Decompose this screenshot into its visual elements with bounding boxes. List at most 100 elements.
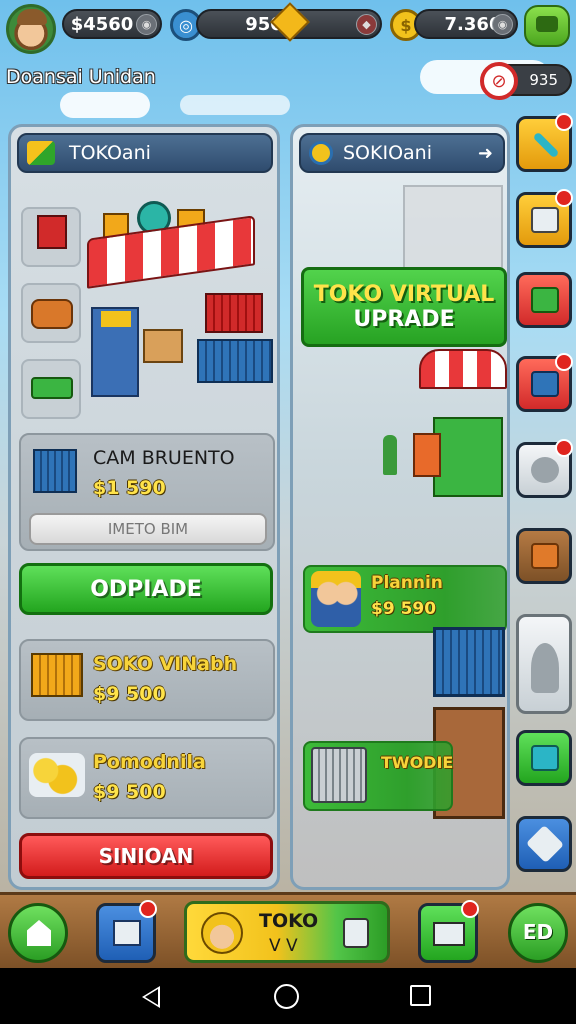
shopping-cart-icon [311,747,367,803]
item-slot-cart[interactable] [21,359,81,419]
cart-icon [31,653,83,697]
staff-card[interactable]: Plannin $9 590 [303,565,507,633]
exit-label: ED [522,920,554,944]
upgrade-button[interactable]: ODPIADE [19,563,273,615]
player-avatar[interactable] [6,4,56,54]
home-button[interactable] [8,903,68,963]
shop-item-card[interactable]: Pomodnila $9 500 [19,737,275,819]
coins-counter[interactable]: 7.360 ◉ [414,9,518,39]
inventory-button[interactable] [96,900,157,963]
home-icon [27,920,51,946]
tools-icon [532,131,560,159]
add-coins-icon[interactable]: ◉ [492,14,513,35]
shopkeeper-icon [201,912,243,954]
tag-icon [525,824,565,864]
hat-icon [17,9,47,25]
pedestrian [383,435,397,475]
staff-name: Plannin [371,573,443,593]
staff-icon [311,571,361,627]
toko-subtitle: V V [269,936,298,956]
top-resource-bar: $4560 ◉ ◎ 950 ◆ $ 7.360 ◉ [0,0,576,54]
blue-cart [197,339,273,383]
alert-dot [461,900,479,918]
feature-item-price: $1 590 [93,477,166,499]
notification-badge[interactable]: ⊘ 935 [480,62,572,100]
side-package-button[interactable] [516,189,573,248]
banner-line-2: UPRADE [353,307,455,332]
gold-bars [101,311,131,327]
alert-dot [555,113,573,131]
back-icon[interactable] [142,986,160,1008]
sell-button[interactable]: SINIOAN [19,833,273,879]
notification-count: 935 [529,71,558,89]
feature-item-title: CAM BRUENTO [93,447,235,469]
money-stack-icon [433,922,465,946]
money-value: $4560 [70,13,134,35]
side-register-button[interactable] [516,272,572,328]
cash-button[interactable] [418,900,479,963]
alert-dot [139,900,157,918]
side-box-button[interactable] [516,528,572,584]
box-icon [531,543,559,569]
alert-dot [555,353,573,371]
flag-icon [27,141,55,165]
side-cleaning-button[interactable] [516,439,573,498]
exit-button[interactable]: ED [508,903,568,963]
cart-card[interactable]: TWODIE [303,741,453,811]
bag-icon [31,299,73,329]
toko-title: TOKO [259,910,319,932]
right-panel-title: SOKIOani [343,142,432,164]
shop-item-name: Pomodnila [93,751,206,773]
toko-main-button[interactable]: TOKO V V [184,901,390,963]
feature-item-button[interactable]: IMETO BIM [29,513,267,545]
feature-item-card[interactable]: CAM BRUENTO $1 590 IMETO BIM [19,433,275,551]
item-slot-bag[interactable] [21,283,81,343]
item-slot-sign[interactable] [21,207,81,267]
add-gems-icon[interactable]: ◆ [356,14,377,35]
cash-register-icon [531,287,559,313]
left-shop-panel: TOKOani CAM BRUENTO $1 590 IMETO BIM ODP… [8,124,280,890]
virtual-upgrade-banner[interactable]: TOKO VIRTUAL UPRADE [301,267,507,347]
cart-icon [31,377,73,399]
side-tools-button[interactable] [516,113,573,172]
alert-dot [555,439,573,457]
left-panel-title: TOKOani [69,142,151,164]
add-money-icon[interactable]: ◉ [136,14,157,35]
hanger-icon [531,643,559,693]
location-label: Doansai Unidan [6,66,156,88]
shop-item-card[interactable]: SOKO VINabh $9 500 [19,639,275,721]
chat-button[interactable] [524,5,570,47]
magnifier-icon [309,141,333,165]
cleaning-icon [531,457,559,483]
cart-awning [419,349,507,389]
cardboard-box [143,329,183,363]
book-icon [531,745,559,771]
sign-icon [37,215,67,249]
side-hanger-button[interactable] [516,614,572,714]
left-panel-header: TOKOani [17,133,273,173]
staff-price: $9 590 [371,599,437,619]
cloud [60,92,150,118]
red-basket [205,293,263,333]
bottom-nav-bar: TOKO V V ED [0,892,576,968]
spray-icon [343,918,369,948]
cloud [180,95,290,115]
home-circle-icon[interactable] [274,984,299,1009]
recents-icon[interactable] [410,985,431,1006]
package-icon [531,207,559,233]
right-shop-panel: SOKIOani ➜ TOKO VIRTUAL UPRADE Plannin $… [290,124,510,890]
side-book-button[interactable] [516,730,572,786]
no-entry-icon: ⊘ [480,62,518,100]
side-tag-button[interactable] [516,816,572,872]
money-counter[interactable]: $4560 ◉ [62,9,162,39]
food-cart [433,417,503,497]
side-atm-button[interactable] [516,353,573,412]
right-panel-header: SOKIOani ➜ [299,133,505,173]
shop-item-price: $9 500 [93,781,166,803]
coins-icon [29,753,85,797]
shop-item-name: SOKO VINabh [93,653,238,675]
arrow-icon[interactable]: ➜ [478,143,493,164]
basket-icon [33,449,77,493]
package-icon [113,920,141,946]
system-nav-bar [0,968,576,1024]
